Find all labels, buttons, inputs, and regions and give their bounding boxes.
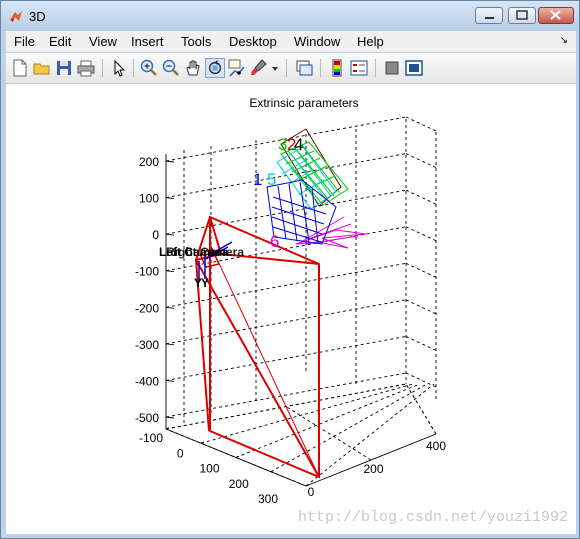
menu-help[interactable]: Help (357, 34, 384, 49)
z-tick-label: -500 (135, 411, 159, 425)
minimize-button[interactable] (475, 7, 503, 24)
hide-plot-tools-icon[interactable] (382, 58, 402, 78)
pattern-frame-6 (295, 216, 367, 249)
frustum-diagonal (208, 241, 320, 478)
axes-grid (165, 116, 437, 487)
x-tick-label: 300 (258, 492, 278, 506)
window-title: 3D (29, 9, 46, 24)
grid-line (405, 153, 437, 168)
frame-6-grid (300, 216, 359, 245)
z-tick-label: 200 (139, 155, 159, 169)
figure-window: 3D File Edit View Insert Tools Desktop W… (0, 0, 580, 539)
figure-canvas[interactable]: Extrinsic parameters 200 100 0 -100 -200 -300… (6, 84, 576, 534)
new-figure-icon[interactable] (10, 58, 30, 78)
grid-line (405, 383, 437, 435)
save-icon[interactable] (54, 58, 74, 78)
insert-legend-icon[interactable] (349, 58, 369, 78)
grid-line (405, 116, 437, 132)
z-tick-label: 0 (152, 228, 159, 242)
z-tick-label: -400 (135, 374, 159, 388)
grid-line (405, 299, 437, 315)
menu-tools[interactable]: Tools (181, 34, 211, 49)
grid-line (405, 226, 437, 242)
menu-bar: File Edit View Insert Tools Desktop Wind… (6, 31, 576, 52)
x-tick-label: 0 (177, 446, 184, 460)
brush-dropdown-icon[interactable] (270, 58, 280, 78)
toolbar-separator (102, 59, 103, 77)
frame-label-6: 6 (270, 232, 279, 251)
minimize-icon (485, 17, 494, 19)
toolbar-separator (133, 59, 134, 77)
toolbar-separator (375, 59, 376, 77)
menu-insert[interactable]: Insert (131, 34, 164, 49)
axes-tick-labels: 200 100 0 -100 -200 -300 -400 -500 -100 0 100 200 30… (135, 155, 446, 506)
matlab-logo-icon (10, 11, 22, 22)
maximize-icon (516, 10, 528, 20)
y-tick-label: 0 (308, 485, 315, 499)
z-tick-label: -100 (135, 265, 159, 279)
grid-line (405, 336, 437, 351)
frame-label-1: 1 (253, 170, 262, 189)
grid-line (235, 383, 421, 458)
insert-colorbar-icon[interactable] (327, 58, 347, 78)
data-cursor-icon[interactable] (227, 58, 247, 78)
zoom-in-icon[interactable] (139, 58, 159, 78)
toolbar-separator (320, 59, 321, 77)
toolbar (6, 53, 576, 84)
menu-file[interactable]: File (14, 34, 35, 49)
maximize-button[interactable] (508, 7, 536, 24)
show-plot-tools-icon[interactable] (404, 58, 424, 78)
toolbar-separator (286, 59, 287, 77)
x-tick-label: 200 (229, 477, 249, 491)
close-icon (550, 10, 561, 20)
grid-line (200, 383, 414, 444)
y-tick-label: 400 (426, 439, 446, 453)
frame-label-4: 4 (294, 135, 303, 154)
edit-plot-icon[interactable] (109, 58, 129, 78)
print-icon[interactable] (76, 58, 96, 78)
z-tick-label: -200 (135, 301, 159, 315)
camera-axis-label-y2: Y (201, 276, 209, 290)
grid-line (405, 189, 437, 205)
rotate-3d-icon[interactable] (205, 58, 225, 78)
menu-window[interactable]: Window (294, 34, 340, 49)
menu-desktop[interactable]: Desktop (229, 34, 277, 49)
grid-line (165, 372, 407, 418)
grid-line (165, 189, 407, 235)
menu-view[interactable]: View (89, 34, 117, 49)
pan-icon[interactable] (183, 58, 203, 78)
extrinsic-3d-axes[interactable]: 200 100 0 -100 -200 -300 -400 -500 -100 0 100 200 30… (6, 84, 576, 534)
frame-label-5: 5 (267, 170, 276, 189)
menu-edit[interactable]: Edit (49, 34, 71, 49)
camera-label-right: Right Camera (166, 245, 244, 259)
x-tick-label: 100 (199, 462, 219, 476)
open-file-icon[interactable] (32, 58, 52, 78)
zoom-out-icon[interactable] (161, 58, 181, 78)
z-tick-label: -300 (135, 338, 159, 352)
watermark: http://blog.csdn.net/youzi1992 (297, 509, 568, 526)
link-plot-icon[interactable] (294, 58, 314, 78)
dock-arrow-icon[interactable]: ↘ (560, 35, 568, 46)
title-bar: 3D (1, 1, 579, 31)
x-tick-label: -100 (139, 431, 163, 445)
y-tick-label: 200 (363, 462, 383, 476)
close-button[interactable] (538, 7, 574, 24)
grid-line (270, 383, 428, 473)
z-tick-label: 100 (139, 192, 159, 206)
frame-1-grid (271, 181, 327, 244)
grid-line (405, 262, 437, 278)
brush-icon[interactable] (249, 58, 269, 78)
